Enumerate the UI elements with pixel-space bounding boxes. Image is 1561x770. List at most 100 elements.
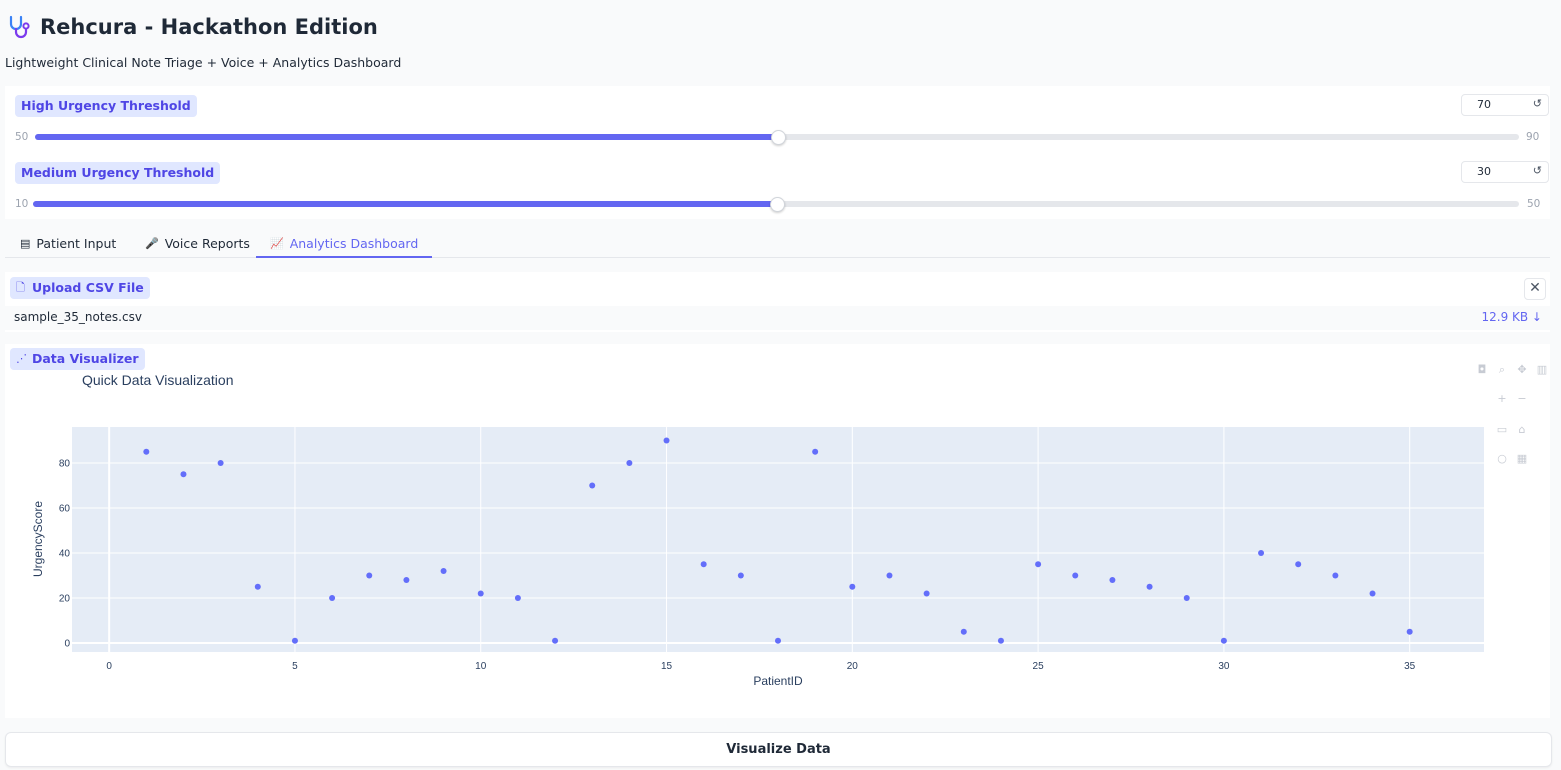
data-visualizer-panel: ⋰ Data Visualizer ◘ ⌕ ✥ ▥ + − ▭ ⌂ ○ ▦ Qu… [5, 344, 1550, 718]
data-point[interactable] [1183, 595, 1190, 601]
medium-threshold-thumb[interactable] [769, 197, 785, 212]
file-name: sample_35_notes.csv [14, 310, 142, 324]
data-point[interactable] [960, 628, 967, 635]
plot-area[interactable] [72, 427, 1484, 652]
stethoscope-icon [9, 15, 30, 39]
data-point[interactable] [477, 590, 484, 597]
data-point[interactable] [1332, 572, 1339, 579]
data-point[interactable] [1109, 577, 1116, 583]
data-point[interactable] [366, 572, 373, 579]
data-point[interactable] [923, 590, 930, 597]
tab-patient-input[interactable]: ▤ Patient Input [20, 230, 116, 256]
x-axis-label: PatientID [753, 674, 803, 688]
high-threshold-fill [35, 134, 777, 140]
data-point[interactable] [1035, 561, 1042, 568]
medium-threshold-value: 30 [1477, 165, 1491, 178]
y-axis-label: UrgencyScore [31, 501, 45, 577]
data-point[interactable] [254, 583, 261, 590]
tab-analytics-dashboard[interactable]: 📈 Analytics Dashboard [256, 230, 433, 258]
data-point[interactable] [663, 437, 670, 444]
data-point[interactable] [1072, 572, 1079, 579]
data-point[interactable] [1369, 590, 1376, 597]
data-visualizer-label: ⋰ Data Visualizer [10, 348, 145, 370]
data-point[interactable] [997, 637, 1004, 644]
x-tick-label: 5 [292, 661, 298, 672]
medium-threshold-fill [33, 201, 776, 207]
medium-threshold-slider[interactable] [33, 197, 1519, 212]
medium-threshold-min: 10 [15, 198, 29, 210]
memo-icon: ▤ [20, 236, 31, 250]
high-threshold-thumb[interactable] [770, 130, 786, 145]
data-point[interactable] [180, 471, 187, 478]
app-header: Rehcura - Hackathon Edition [6, 10, 378, 44]
high-threshold-min: 50 [15, 131, 29, 143]
data-point[interactable] [403, 577, 410, 583]
x-tick-label: 0 [106, 661, 112, 672]
high-threshold-max: 90 [1526, 131, 1540, 143]
high-threshold-value: 70 [1477, 98, 1491, 111]
upload-csv-label-text: Upload CSV File [32, 280, 144, 295]
close-button[interactable]: ✕ [1524, 278, 1546, 300]
medium-threshold-input[interactable]: 30 ↺ [1461, 161, 1549, 183]
file-size-download-link[interactable]: 12.9 KB ↓ [1481, 310, 1542, 324]
x-tick-label: 15 [661, 661, 673, 672]
upload-csv-label: 🗋 Upload CSV File [10, 277, 150, 299]
high-threshold-slider[interactable] [35, 130, 1519, 145]
high-threshold-input[interactable]: 70 ↺ [1461, 94, 1549, 116]
x-tick-label: 10 [475, 661, 487, 672]
tab-label: Patient Input [36, 235, 117, 251]
microphone-icon: 🎤 [145, 236, 159, 250]
data-point[interactable] [440, 568, 447, 574]
x-tick-label: 25 [1033, 661, 1045, 672]
data-point[interactable] [552, 637, 559, 644]
y-tick-label: 80 [59, 459, 71, 470]
threshold-panel: High Urgency Threshold 70 ↺ 50 90 Medium… [5, 86, 1550, 219]
data-point[interactable] [1220, 637, 1227, 644]
data-point[interactable] [886, 572, 893, 579]
page-title: Rehcura - Hackathon Edition [40, 15, 378, 39]
x-tick-label: 30 [1218, 661, 1230, 672]
data-point[interactable] [737, 572, 744, 579]
chart-increasing-icon: 📈 [270, 236, 284, 250]
data-point[interactable] [589, 482, 596, 489]
tab-label: Analytics Dashboard [289, 235, 419, 251]
y-tick-label: 40 [59, 549, 71, 560]
data-point[interactable] [291, 637, 298, 644]
data-point[interactable] [1146, 583, 1153, 590]
data-point[interactable] [143, 448, 150, 455]
data-point[interactable] [1258, 550, 1265, 556]
scatter-chart[interactable]: Quick Data Visualization 0 5 10 15 20 25 30 35 0… [5, 344, 1550, 718]
page-subtitle: Lightweight Clinical Note Triage + Voice… [5, 55, 402, 70]
data-visualizer-label-text: Data Visualizer [32, 351, 139, 366]
data-point[interactable] [514, 595, 521, 601]
data-point[interactable] [700, 561, 707, 568]
tab-bar: ▤ Patient Input 🎤 Voice Reports 📈 Analyt… [5, 230, 1550, 258]
high-threshold-label: High Urgency Threshold [15, 95, 197, 117]
y-tick-label: 60 [59, 504, 71, 515]
data-point[interactable] [775, 637, 781, 644]
medium-threshold-max: 50 [1527, 198, 1541, 210]
upload-panel: 🗋 Upload CSV File ✕ sample_35_notes.csv … [5, 272, 1550, 332]
data-point[interactable] [1406, 628, 1413, 635]
data-point[interactable] [1295, 561, 1302, 568]
reset-icon[interactable]: ↺ [1533, 164, 1542, 177]
chart-title: Quick Data Visualization [82, 372, 233, 388]
data-point[interactable] [217, 460, 224, 466]
file-icon: 🗋 [16, 281, 25, 294]
visualize-data-button[interactable]: Visualize Data [5, 732, 1552, 767]
x-tick-label: 35 [1404, 661, 1416, 672]
y-tick-label: 20 [59, 594, 71, 605]
data-point[interactable] [626, 460, 633, 466]
data-point[interactable] [849, 583, 856, 590]
y-tick-label: 0 [64, 639, 70, 650]
tab-voice-reports[interactable]: 🎤 Voice Reports [145, 230, 250, 256]
tab-label: Voice Reports [164, 235, 250, 251]
close-icon: ✕ [1529, 280, 1541, 296]
x-tick-label: 20 [847, 661, 859, 672]
reset-icon[interactable]: ↺ [1533, 97, 1542, 110]
scatter-chart-icon: ⋰ [16, 352, 27, 365]
data-point[interactable] [812, 448, 819, 455]
medium-threshold-label: Medium Urgency Threshold [15, 162, 221, 184]
data-point[interactable] [329, 595, 336, 601]
uploaded-file-row[interactable]: sample_35_notes.csv 12.9 KB ↓ [5, 306, 1550, 330]
